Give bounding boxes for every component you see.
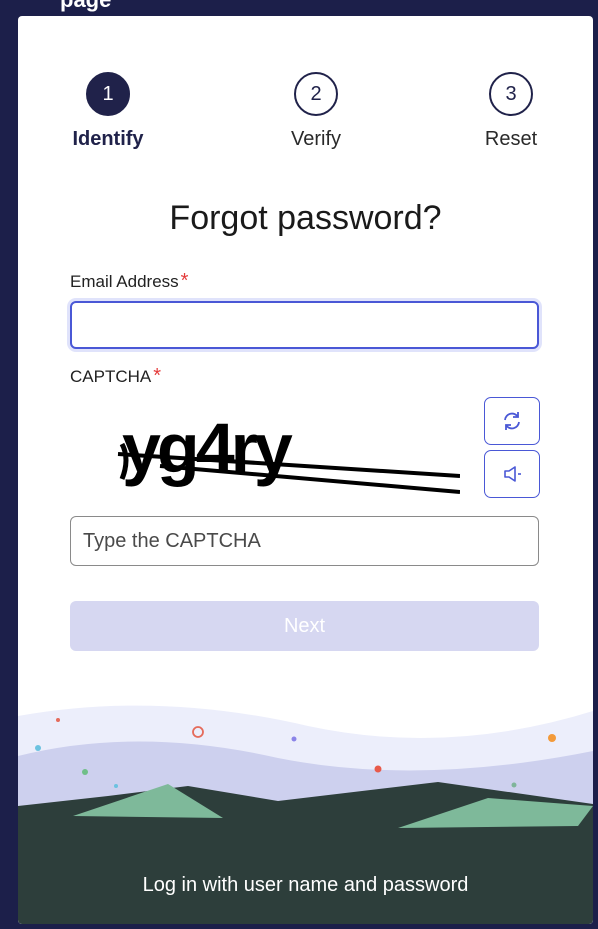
step-verify: 2 Verify <box>256 72 376 151</box>
email-label: Email Address * <box>70 270 188 293</box>
captcha-label: CAPTCHA * <box>70 365 161 388</box>
speaker-icon <box>504 466 521 482</box>
required-asterisk: * <box>180 270 189 292</box>
next-button[interactable]: Next <box>70 601 539 651</box>
captcha-label-text: CAPTCHA <box>70 367 152 386</box>
step-label: Reset <box>484 128 538 150</box>
step-number: 3 <box>489 72 533 116</box>
audio-captcha-button[interactable] <box>484 450 540 498</box>
login-with-password-link[interactable]: Log in with user name and password <box>18 874 593 897</box>
refresh-captcha-button[interactable] <box>484 397 540 445</box>
step-label: Identify <box>72 128 144 150</box>
captcha-input[interactable] <box>70 516 539 566</box>
step-number: 1 <box>86 72 130 116</box>
top-band: page <box>0 0 598 16</box>
captcha-image: yg4ry <box>117 409 460 494</box>
required-asterisk: * <box>153 365 162 387</box>
email-field[interactable] <box>70 301 539 349</box>
step-number: 2 <box>294 72 338 116</box>
step-label: Verify <box>290 128 342 150</box>
refresh-icon <box>504 412 520 430</box>
email-label-text: Email Address <box>70 272 179 291</box>
step-reset: 3 Reset <box>451 72 571 151</box>
header-fragment: page <box>60 0 111 11</box>
step-identify: 1 Identify <box>48 72 168 151</box>
page-title: Forgot password? <box>169 199 442 237</box>
forgot-password-card: 1 Identify 2 Verify 3 Reset Forgot passw… <box>18 16 593 924</box>
